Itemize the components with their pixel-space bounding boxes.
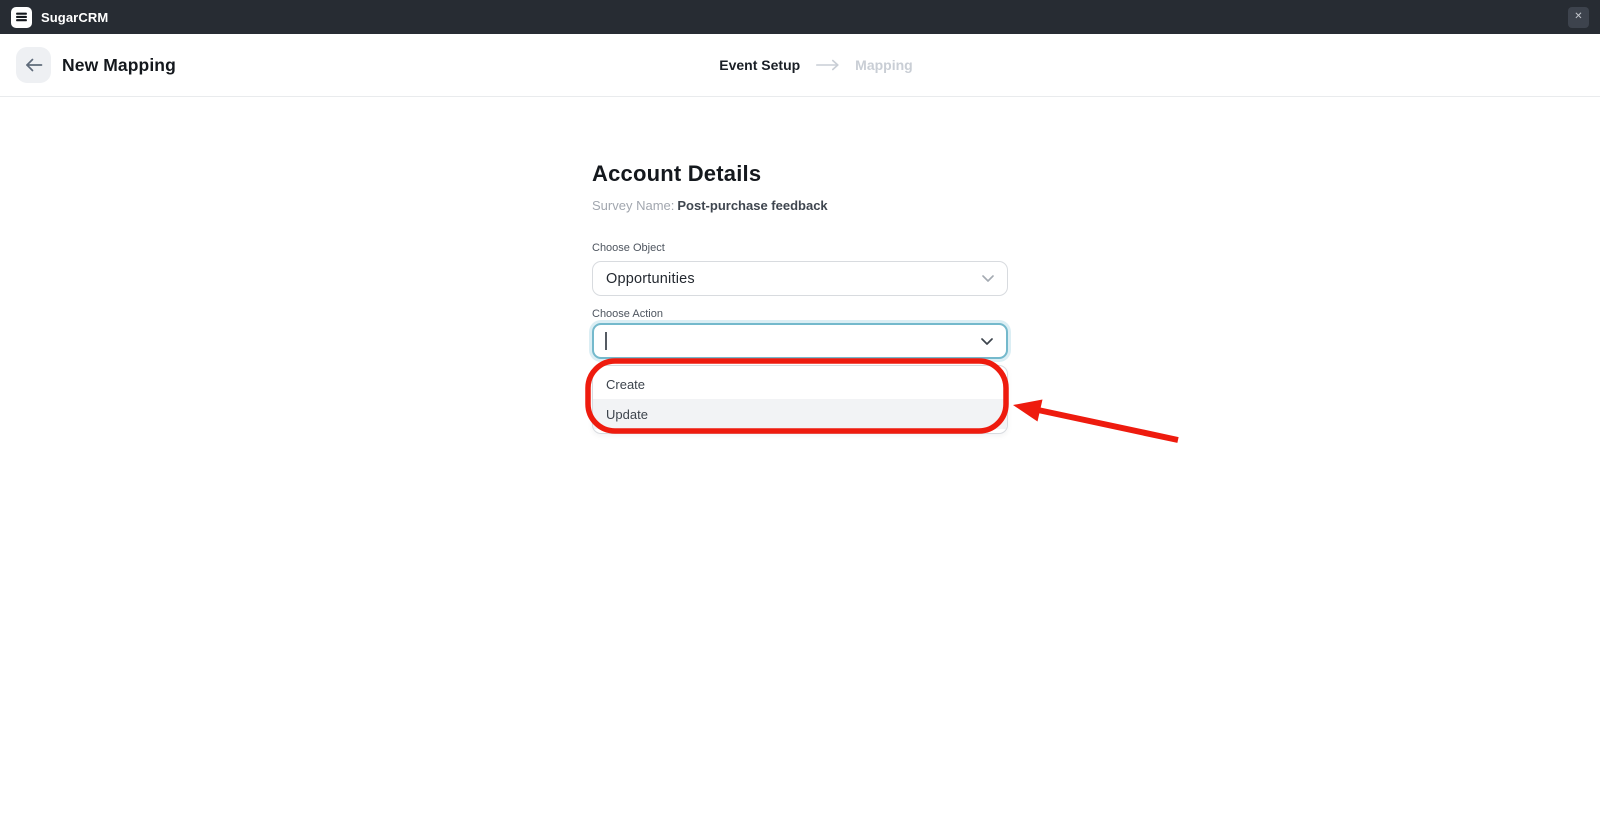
dropdown-option-create[interactable]: Create — [593, 369, 1007, 399]
chevron-down-icon — [982, 275, 994, 282]
choose-action-label: Choose Action — [592, 308, 1008, 321]
page-title: New Mapping — [62, 55, 176, 76]
choose-action-select[interactable] — [592, 323, 1008, 359]
long-right-arrow-icon — [815, 59, 840, 71]
back-button[interactable] — [16, 47, 51, 83]
choose-object-label: Choose Object — [592, 242, 1008, 255]
action-dropdown-menu: Create Update — [592, 365, 1008, 434]
survey-name-value: Post-purchase feedback — [677, 198, 827, 213]
chevron-down-icon — [981, 338, 993, 345]
choose-object-select[interactable]: Opportunities — [592, 261, 1008, 296]
breadcrumb: Event Setup Mapping — [719, 57, 912, 73]
survey-name-line: Survey Name:Post-purchase feedback — [592, 198, 1008, 214]
close-button[interactable]: ✕ — [1568, 7, 1589, 28]
close-icon: ✕ — [1574, 12, 1582, 22]
topbar: SugarCRM ✕ — [0, 0, 1600, 34]
section-heading: Account Details — [592, 161, 1008, 187]
app-window: { "topbar": { "brand": "SugarCRM", "clos… — [0, 0, 1600, 823]
text-cursor — [605, 332, 607, 350]
brand: SugarCRM — [11, 7, 108, 28]
survey-name-label: Survey Name: — [592, 198, 674, 213]
dropdown-option-update[interactable]: Update — [593, 399, 1007, 429]
layers-icon — [15, 11, 28, 24]
mapping-form: Account Details Survey Name:Post-purchas… — [592, 97, 1008, 434]
page-header: New Mapping Event Setup Mapping — [0, 34, 1600, 97]
brand-name: SugarCRM — [41, 10, 108, 25]
choose-object-value: Opportunities — [606, 271, 695, 287]
back-arrow-icon — [25, 58, 43, 72]
sugarcrm-logo — [11, 7, 32, 28]
breadcrumb-step-event-setup[interactable]: Event Setup — [719, 57, 800, 73]
red-arrow-annotation — [1013, 400, 1178, 441]
breadcrumb-step-mapping: Mapping — [855, 57, 913, 73]
